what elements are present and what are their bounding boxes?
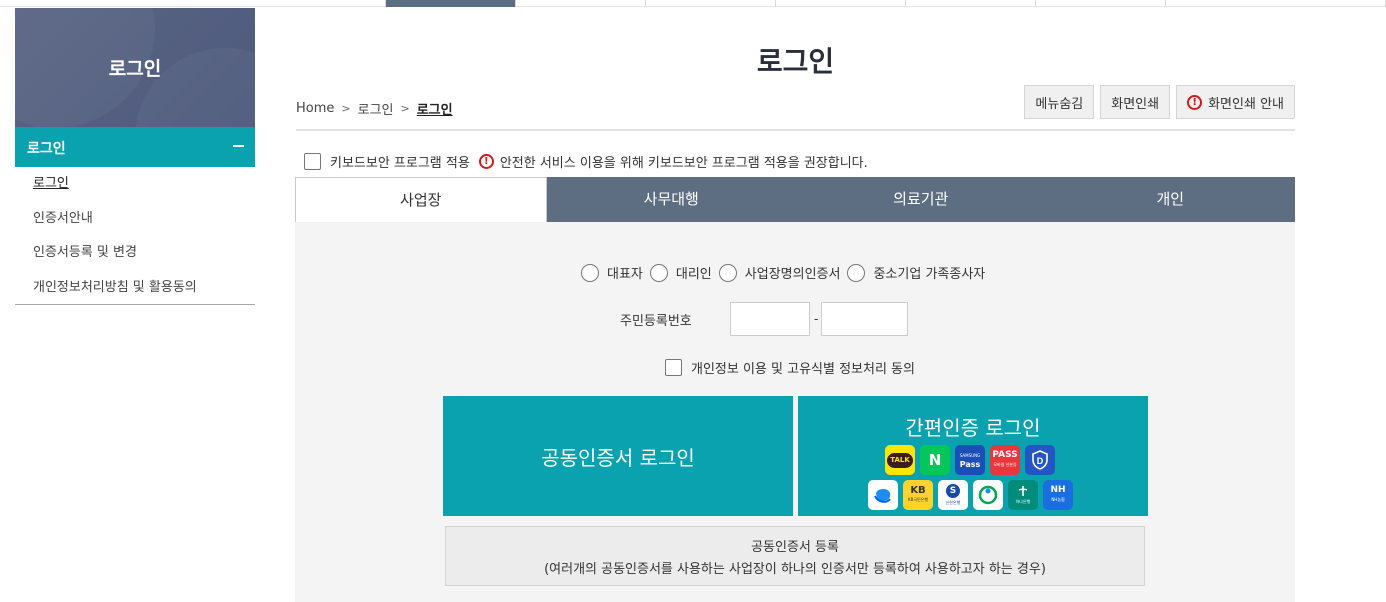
keyboard-security-notice: 안전한 서비스 이용을 위해 키보드보안 프로그램 적용을 권장합니다.	[499, 156, 868, 171]
privacy-agree-row: 개인정보 이용 및 고유식별 정보처리 동의	[665, 358, 915, 377]
radio-label: 중소기업 가족종사자	[873, 267, 986, 282]
keyboard-security-checkbox[interactable]	[304, 153, 321, 170]
kakao-talk-icon: TALK	[885, 445, 915, 475]
sidebar-banner-title: 로그인	[108, 58, 162, 80]
alert-icon: !	[478, 154, 494, 169]
hana-bank-icon: 하나은행	[1008, 480, 1038, 510]
ssn-label: 주민등록번호	[620, 314, 692, 329]
keyboard-security-row: 키보드보안 프로그램 적용 ! 안전한 서비스 이용을 위해 키보드보안 프로그…	[304, 152, 868, 171]
nh-bank-icon: NH NH농협	[1043, 480, 1073, 510]
hide-menu-button[interactable]: 메뉴숨김	[1024, 85, 1095, 119]
top-nav-segment[interactable]	[906, 0, 1036, 7]
collapse-minus-icon[interactable]	[233, 145, 244, 147]
sidebar-item-privacy[interactable]: 개인정보처리방침 및 활용동의	[15, 271, 255, 306]
top-nav-segment-active[interactable]	[386, 0, 516, 7]
cert-register-desc: (여러개의 공동인증서를 사용하는 사업장이 하나의 인증서만 등록하여 사용하…	[544, 562, 1046, 577]
radio-button[interactable]	[847, 263, 866, 282]
top-nav-segment[interactable]	[776, 0, 906, 7]
chevron-right-icon: >	[400, 102, 410, 115]
radio-button[interactable]	[649, 263, 668, 282]
breadcrumb-home[interactable]: Home	[296, 101, 334, 116]
print-guide-button[interactable]: ! 화면인쇄 안내	[1176, 85, 1295, 119]
ssn-front-input[interactable]	[730, 302, 810, 336]
tab-individual[interactable]: 개인	[1045, 177, 1295, 222]
radio-label: 사업장명의인증서	[744, 267, 841, 282]
payco-icon	[973, 480, 1003, 510]
user-type-radio-group: 대표자 대리인 사업장명의인증서 중소기업 가족종사자	[581, 263, 992, 282]
radio-label: 대표자	[607, 267, 643, 282]
page-title: 로그인	[756, 45, 835, 78]
sidebar-banner: 로그인	[15, 8, 255, 127]
shield-d-icon: D	[1025, 445, 1055, 475]
toss-icon	[868, 480, 898, 510]
top-nav-segment[interactable]	[0, 0, 386, 7]
radio-option-representative[interactable]: 대표자	[581, 263, 643, 282]
radio-button[interactable]	[718, 263, 737, 282]
cert-register-title: 공동인증서 등록	[751, 540, 839, 555]
cert-login-label: 공동인증서 로그인	[541, 445, 695, 470]
page-tool-buttons: 메뉴숨김 화면인쇄 ! 화면인쇄 안내	[1024, 85, 1295, 119]
cert-register-button[interactable]: 공동인증서 등록 (여러개의 공동인증서를 사용하는 사업장이 하나의 인증서만…	[445, 526, 1145, 586]
cert-login-button[interactable]: 공동인증서 로그인	[443, 396, 793, 516]
breadcrumb-item[interactable]: 로그인	[358, 99, 394, 118]
radio-option-agent[interactable]: 대리인	[649, 263, 712, 282]
tab-medical[interactable]: 의료기관	[796, 177, 1046, 222]
samsung-pass-icon: SAMSUNG Pass	[955, 445, 985, 475]
naver-icon: N	[920, 445, 950, 475]
privacy-agree-label: 개인정보 이용 및 고유식별 정보처리 동의	[691, 362, 915, 377]
privacy-agree-checkbox[interactable]	[665, 359, 682, 376]
radio-button[interactable]	[581, 263, 599, 282]
ssn-separator: -	[814, 312, 819, 326]
top-nav-segment[interactable]	[1166, 0, 1386, 7]
radio-option-family-worker[interactable]: 중소기업 가족종사자	[847, 263, 985, 282]
sidebar-item-login[interactable]: 로그인	[15, 167, 255, 202]
sidebar-menu: 로그인 인증서안내 인증서등록 및 변경 개인정보처리방침 및 활용동의	[15, 167, 255, 305]
top-nav-segment[interactable]	[1036, 0, 1166, 7]
breadcrumb: Home > 로그인 > 로그인	[296, 99, 453, 118]
sidebar-section-title: 로그인	[27, 141, 66, 157]
sidebar-item-cert-register[interactable]: 인증서등록 및 변경	[15, 236, 255, 271]
keyboard-security-label: 키보드보안 프로그램 적용	[330, 156, 470, 171]
sidebar-item-cert-guide[interactable]: 인증서안내	[15, 202, 255, 237]
radio-option-business-cert[interactable]: 사업장명의인증서	[718, 263, 841, 282]
top-nav-strip	[0, 0, 1386, 8]
tab-agency[interactable]: 사무대행	[546, 177, 796, 222]
pass-icon: PASS 모바일 신분증	[990, 445, 1020, 475]
sidebar-section-header[interactable]: 로그인	[15, 127, 255, 167]
top-nav-segment[interactable]	[646, 0, 776, 7]
kb-bank-icon: KB KB국민은행	[903, 480, 933, 510]
header-divider	[296, 129, 1295, 131]
svg-text:D: D	[1037, 456, 1044, 466]
ssn-back-input[interactable]	[821, 302, 908, 336]
chevron-right-icon: >	[341, 102, 351, 115]
easy-auth-login-button[interactable]: 간편인증 로그인 TALK N SAMSUNG Pass PASS 모바일 신분…	[798, 396, 1148, 516]
print-button[interactable]: 화면인쇄	[1100, 85, 1171, 119]
radio-label: 대리인	[675, 267, 712, 282]
login-type-tabs: 사업장 사무대행 의료기관 개인	[295, 177, 1295, 222]
breadcrumb-current[interactable]: 로그인	[417, 99, 453, 118]
print-guide-label: 화면인쇄 안내	[1208, 96, 1284, 112]
tab-business[interactable]: 사업장	[295, 177, 547, 222]
top-nav-segment[interactable]	[516, 0, 646, 7]
shinhan-bank-icon: S 신한은행	[938, 480, 968, 510]
alert-icon: !	[1187, 94, 1203, 110]
easy-auth-login-label: 간편인증 로그인	[905, 416, 1041, 440]
